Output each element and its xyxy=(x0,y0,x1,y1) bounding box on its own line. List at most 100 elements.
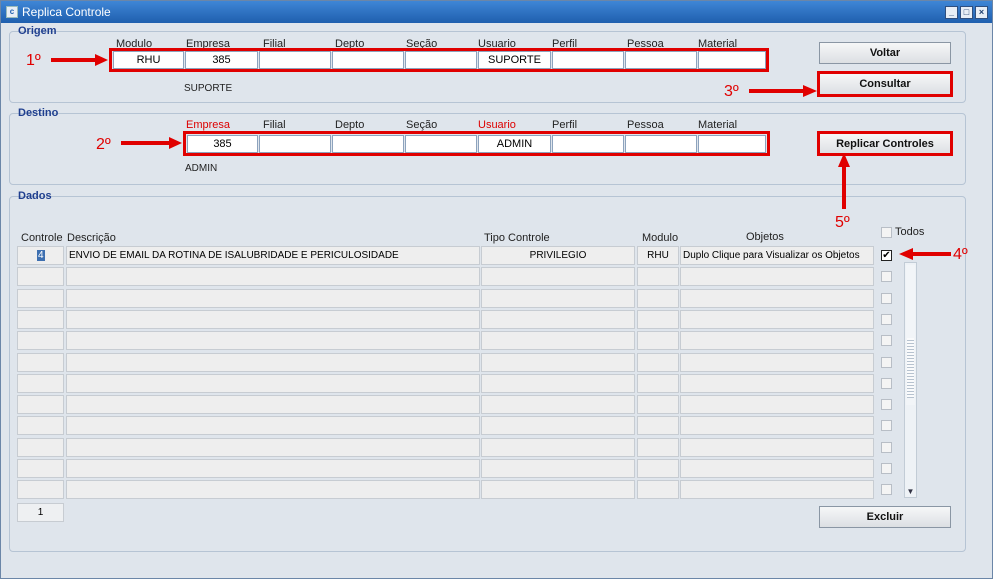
destino-label-depto: Depto xyxy=(335,119,365,131)
voltar-button[interactable]: Voltar xyxy=(819,42,951,64)
grid-cell-controle[interactable] xyxy=(17,331,64,350)
grid-cell-modulo[interactable] xyxy=(637,438,679,457)
grid-cell-tipo[interactable] xyxy=(481,416,635,435)
grid-cell-modulo[interactable] xyxy=(637,374,679,393)
grid-cell-objetos[interactable] xyxy=(680,438,874,457)
origem-highlight-box xyxy=(109,48,769,72)
origem-user-name: SUPORTE xyxy=(184,83,233,94)
grid-cell-descricao[interactable] xyxy=(66,374,480,393)
grid-cell-descricao[interactable] xyxy=(66,331,480,350)
grid-cell-tipo[interactable] xyxy=(481,331,635,350)
grid-cell-modulo[interactable] xyxy=(637,416,679,435)
grid-cell-controle[interactable] xyxy=(17,353,64,372)
row-select-checkbox[interactable]: ✔ xyxy=(881,250,892,261)
col-header-tipo-controle: Tipo Controle xyxy=(484,232,550,244)
origem-title: Origem xyxy=(18,25,57,37)
grid-cell-tipo[interactable] xyxy=(481,395,635,414)
grid-cell-objetos[interactable] xyxy=(680,267,874,286)
grid-cell-tipo[interactable] xyxy=(481,374,635,393)
grid-cell-tipo[interactable] xyxy=(481,310,635,329)
grid-cell-tipo[interactable] xyxy=(481,438,635,457)
grid-cell-controle[interactable] xyxy=(17,395,64,414)
row-select-checkbox[interactable] xyxy=(881,335,892,346)
grid-cell-controle[interactable] xyxy=(17,374,64,393)
grid-cell-objetos[interactable] xyxy=(680,289,874,308)
grid-cell-objetos[interactable] xyxy=(680,310,874,329)
row-select-checkbox[interactable] xyxy=(881,484,892,495)
grid-cell-descricao[interactable]: ENVIO DE EMAIL DA ROTINA DE ISALUBRIDADE… xyxy=(66,246,480,265)
step-2-arrow xyxy=(121,137,182,149)
grid-cell-modulo[interactable] xyxy=(637,395,679,414)
col-header-modulo: Modulo xyxy=(642,232,679,244)
grid-cell-descricao[interactable] xyxy=(66,416,480,435)
grid-cell-descricao[interactable] xyxy=(66,267,480,286)
grid-cell-tipo[interactable] xyxy=(481,480,635,499)
scroll-down-icon[interactable]: ▼ xyxy=(905,486,916,497)
col-header-descricao: Descrição xyxy=(67,232,116,244)
grid-cell-controle[interactable] xyxy=(17,459,64,478)
grid-cell-objetos[interactable] xyxy=(680,416,874,435)
grid-cell-tipo[interactable] xyxy=(481,353,635,372)
grid-cell-objetos[interactable] xyxy=(680,374,874,393)
row-select-checkbox[interactable] xyxy=(881,399,892,410)
col-header-objetos: Objetos xyxy=(746,231,784,243)
grid-cell-controle[interactable] xyxy=(17,310,64,329)
grid-cell-controle[interactable] xyxy=(17,480,64,499)
step-2-label: 2º xyxy=(96,136,111,153)
grid-cell-descricao[interactable] xyxy=(66,480,480,499)
grid-scrollbar[interactable]: ▼ xyxy=(904,262,917,498)
grid-cell-tipo[interactable]: PRIVILEGIO xyxy=(481,246,635,265)
grid-cell-modulo[interactable] xyxy=(637,331,679,350)
row-select-checkbox[interactable] xyxy=(881,357,892,368)
grid-cell-descricao[interactable] xyxy=(66,289,480,308)
destino-highlight-box xyxy=(183,131,770,156)
grid-cell-modulo[interactable] xyxy=(637,267,679,286)
window-title: Replica Controle xyxy=(22,5,111,19)
grid-cell-tipo[interactable] xyxy=(481,267,635,286)
grid-cell-modulo[interactable] xyxy=(637,459,679,478)
minimize-icon[interactable]: _ xyxy=(945,6,958,19)
step-3-label: 3º xyxy=(724,83,739,100)
row-select-checkbox[interactable] xyxy=(881,314,892,325)
grid-cell-modulo[interactable] xyxy=(637,480,679,499)
grid-cell-modulo[interactable]: RHU xyxy=(637,246,679,265)
close-icon[interactable]: × xyxy=(975,6,988,19)
row-select-checkbox[interactable] xyxy=(881,420,892,431)
grid-cell-modulo[interactable] xyxy=(637,310,679,329)
todos-checkbox[interactable] xyxy=(881,227,892,238)
grid-cell-controle[interactable] xyxy=(17,267,64,286)
grid-cell-objetos[interactable] xyxy=(680,395,874,414)
grid-cell-modulo[interactable] xyxy=(637,353,679,372)
row-select-checkbox[interactable] xyxy=(881,271,892,282)
row-select-checkbox[interactable] xyxy=(881,293,892,304)
grid-cell-objetos[interactable] xyxy=(680,353,874,372)
grid-cell-modulo[interactable] xyxy=(637,289,679,308)
todos-label: Todos xyxy=(895,226,925,238)
grid-cell-controle[interactable] xyxy=(17,289,64,308)
step-5-arrow xyxy=(838,153,850,209)
grid-cell-controle[interactable] xyxy=(17,416,64,435)
excluir-button[interactable]: Excluir xyxy=(819,506,951,528)
row-select-checkbox[interactable] xyxy=(881,378,892,389)
grid-cell-objetos[interactable] xyxy=(680,459,874,478)
step-4-label: 4º xyxy=(953,246,968,263)
grid-cell-objetos[interactable] xyxy=(680,480,874,499)
grid-cell-descricao[interactable] xyxy=(66,310,480,329)
grid-cell-tipo[interactable] xyxy=(481,459,635,478)
destino-label-empresa: Empresa xyxy=(186,119,231,131)
grid-cell-descricao[interactable] xyxy=(66,459,480,478)
grid-cell-descricao[interactable] xyxy=(66,438,480,457)
row-select-checkbox[interactable] xyxy=(881,463,892,474)
grid-cell-descricao[interactable] xyxy=(66,395,480,414)
grid-cell-objetos[interactable] xyxy=(680,331,874,350)
grid-cell-objetos[interactable]: Duplo Clique para Visualizar os Objetos xyxy=(680,246,874,265)
title-bar: c Replica Controle _ □ × xyxy=(1,1,992,23)
grid-cell-controle[interactable] xyxy=(17,438,64,457)
grid-cell-descricao[interactable] xyxy=(66,353,480,372)
row-select-checkbox[interactable] xyxy=(881,442,892,453)
grid-cell-controle[interactable]: 4 xyxy=(17,246,64,265)
grid-cell-tipo[interactable] xyxy=(481,289,635,308)
replica-controle-window: c Replica Controle _ □ × Origem Modulo Em… xyxy=(0,0,993,579)
destino-label-seo: Seção xyxy=(406,119,438,131)
maximize-icon[interactable]: □ xyxy=(960,6,973,19)
